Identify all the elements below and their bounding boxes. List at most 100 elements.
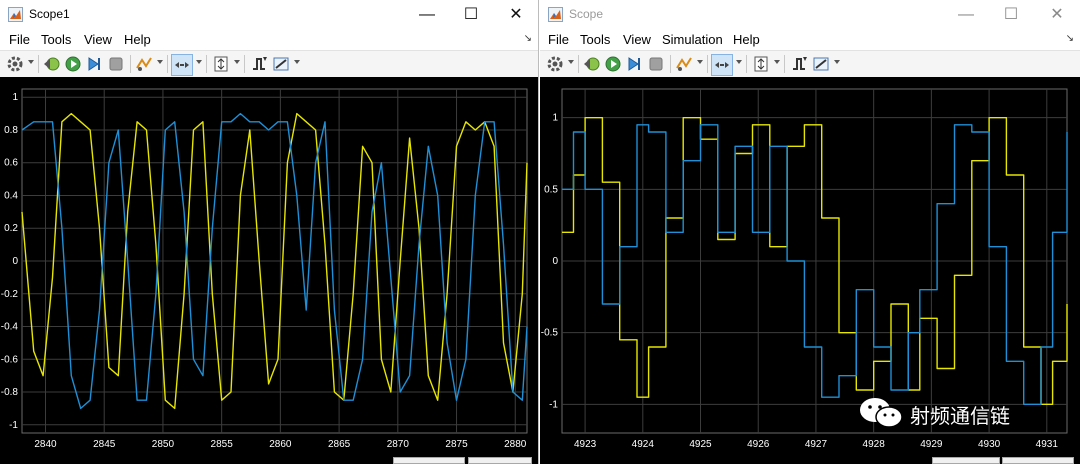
step-back-icon[interactable] bbox=[42, 54, 62, 74]
matlab-logo-icon bbox=[548, 7, 563, 22]
title-bar[interactable]: Scope — ☐ ✕ bbox=[540, 0, 1080, 30]
settings-icon[interactable] bbox=[5, 54, 25, 74]
y-tick-label: -0.8 bbox=[1, 387, 19, 398]
y-tick-label: -0.4 bbox=[1, 322, 19, 333]
toolbar-separator bbox=[670, 55, 671, 73]
zoom-icon[interactable] bbox=[711, 54, 733, 76]
measurements-dropdown-icon[interactable] bbox=[294, 60, 300, 64]
triggers-icon[interactable] bbox=[789, 54, 809, 74]
y-tick-label: 0 bbox=[12, 256, 18, 267]
settings-dropdown-icon[interactable] bbox=[28, 60, 34, 64]
autoscale-icon[interactable] bbox=[751, 54, 771, 74]
zoom-dropdown-icon[interactable] bbox=[736, 60, 742, 64]
x-tick-label: 2870 bbox=[387, 439, 410, 450]
scope1-window: Scope1 — ☐ ✕ File Tools View Help ↘ 2840… bbox=[0, 0, 539, 464]
step-forward-icon[interactable] bbox=[624, 54, 644, 74]
y-tick-label: 0.4 bbox=[4, 190, 18, 201]
y-tick-label: -0.2 bbox=[1, 289, 19, 300]
stop-icon[interactable] bbox=[106, 54, 126, 74]
y-tick-label: -0.5 bbox=[541, 328, 559, 339]
y-tick-label: 0.6 bbox=[4, 158, 18, 169]
highlight-dropdown-icon[interactable] bbox=[697, 60, 703, 64]
menu-tools[interactable]: Tools bbox=[580, 32, 610, 47]
toolbar-separator bbox=[167, 55, 168, 73]
toolbar-separator bbox=[38, 55, 39, 73]
window-title: Scope1 bbox=[29, 7, 70, 21]
dock-arrow-icon[interactable]: ↘ bbox=[1066, 33, 1074, 44]
x-tick-label: 2860 bbox=[269, 439, 292, 450]
cursor-measurements-icon[interactable] bbox=[271, 54, 291, 74]
run-icon[interactable] bbox=[603, 54, 623, 74]
x-tick-label: 2875 bbox=[445, 439, 468, 450]
step-back-icon[interactable] bbox=[582, 54, 602, 74]
y-tick-label: 0.5 bbox=[544, 184, 558, 195]
zoom-icon[interactable] bbox=[171, 54, 193, 76]
maximize-icon[interactable]: ☐ bbox=[991, 3, 1031, 27]
highlight-dropdown-icon[interactable] bbox=[157, 60, 163, 64]
step-forward-icon[interactable] bbox=[84, 54, 104, 74]
y-tick-label: 1 bbox=[552, 113, 558, 124]
menu-tools[interactable]: Tools bbox=[41, 32, 71, 47]
menu-file[interactable]: File bbox=[548, 32, 569, 47]
measurements-dropdown-icon[interactable] bbox=[834, 60, 840, 64]
menu-bar: File Tools View Simulation Help ↘ bbox=[540, 30, 1080, 50]
y-tick-label: -1 bbox=[549, 399, 558, 410]
status-bar-segment bbox=[932, 457, 1000, 464]
menu-view[interactable]: View bbox=[84, 32, 112, 47]
toolbar-separator bbox=[784, 55, 785, 73]
minimize-icon[interactable]: — bbox=[946, 3, 986, 27]
title-bar[interactable]: Scope1 — ☐ ✕ bbox=[0, 0, 538, 30]
x-tick-label: 4927 bbox=[805, 439, 828, 450]
run-icon[interactable] bbox=[63, 54, 83, 74]
y-tick-label: 0.8 bbox=[4, 125, 18, 136]
x-tick-label: 2840 bbox=[34, 439, 57, 450]
zoom-dropdown-icon[interactable] bbox=[196, 60, 202, 64]
toolbar-separator bbox=[206, 55, 207, 73]
autoscale-dropdown-icon[interactable] bbox=[234, 60, 240, 64]
maximize-icon[interactable]: ☐ bbox=[451, 3, 491, 27]
close-icon[interactable]: ✕ bbox=[1037, 3, 1077, 27]
menu-bar: File Tools View Help ↘ bbox=[0, 30, 538, 50]
menu-help[interactable]: Help bbox=[733, 32, 760, 47]
menu-simulation[interactable]: Simulation bbox=[662, 32, 723, 47]
highlight-signal-icon[interactable] bbox=[134, 54, 154, 74]
x-tick-label: 2850 bbox=[152, 439, 175, 450]
stop-icon[interactable] bbox=[646, 54, 666, 74]
wechat-watermark: 射频通信链 bbox=[858, 396, 1010, 432]
toolbar-separator bbox=[578, 55, 579, 73]
y-tick-label: 1 bbox=[12, 92, 18, 103]
y-tick-label: -0.6 bbox=[1, 354, 19, 365]
window-title: Scope bbox=[569, 7, 604, 21]
status-bar-segment bbox=[393, 457, 465, 464]
matlab-logo-icon bbox=[8, 7, 23, 22]
scope1-axes[interactable]: 2840 2845 2850 2855 2860 2865 2870 2875 2880 -1 -0… bbox=[0, 77, 538, 464]
toolbar bbox=[0, 50, 538, 78]
x-tick-label: 2845 bbox=[93, 439, 116, 450]
status-bar-segment bbox=[468, 457, 532, 464]
autoscale-icon[interactable] bbox=[211, 54, 231, 74]
status-bar-segment bbox=[1002, 457, 1074, 464]
x-tick-label: 4925 bbox=[689, 439, 712, 450]
toolbar-separator bbox=[130, 55, 131, 73]
autoscale-dropdown-icon[interactable] bbox=[774, 60, 780, 64]
scope-window: Scope — ☐ ✕ File Tools View Simulation H… bbox=[540, 0, 1080, 464]
wechat-logo-icon bbox=[860, 398, 903, 428]
highlight-signal-icon[interactable] bbox=[674, 54, 694, 74]
x-tick-label: 4930 bbox=[978, 439, 1001, 450]
triggers-icon[interactable] bbox=[249, 54, 269, 74]
dock-arrow-icon[interactable]: ↘ bbox=[524, 33, 532, 44]
menu-view[interactable]: View bbox=[623, 32, 651, 47]
toolbar-separator bbox=[707, 55, 708, 73]
settings-icon[interactable] bbox=[545, 54, 565, 74]
close-icon[interactable]: ✕ bbox=[496, 3, 536, 27]
settings-dropdown-icon[interactable] bbox=[568, 60, 574, 64]
menu-help[interactable]: Help bbox=[124, 32, 151, 47]
x-tick-label: 4931 bbox=[1036, 439, 1059, 450]
toolbar-separator bbox=[244, 55, 245, 73]
minimize-icon[interactable]: — bbox=[407, 3, 447, 27]
x-tick-label: 4924 bbox=[632, 439, 655, 450]
x-tick-label: 2855 bbox=[211, 439, 234, 450]
x-tick-label: 4926 bbox=[747, 439, 770, 450]
cursor-measurements-icon[interactable] bbox=[811, 54, 831, 74]
menu-file[interactable]: File bbox=[9, 32, 30, 47]
